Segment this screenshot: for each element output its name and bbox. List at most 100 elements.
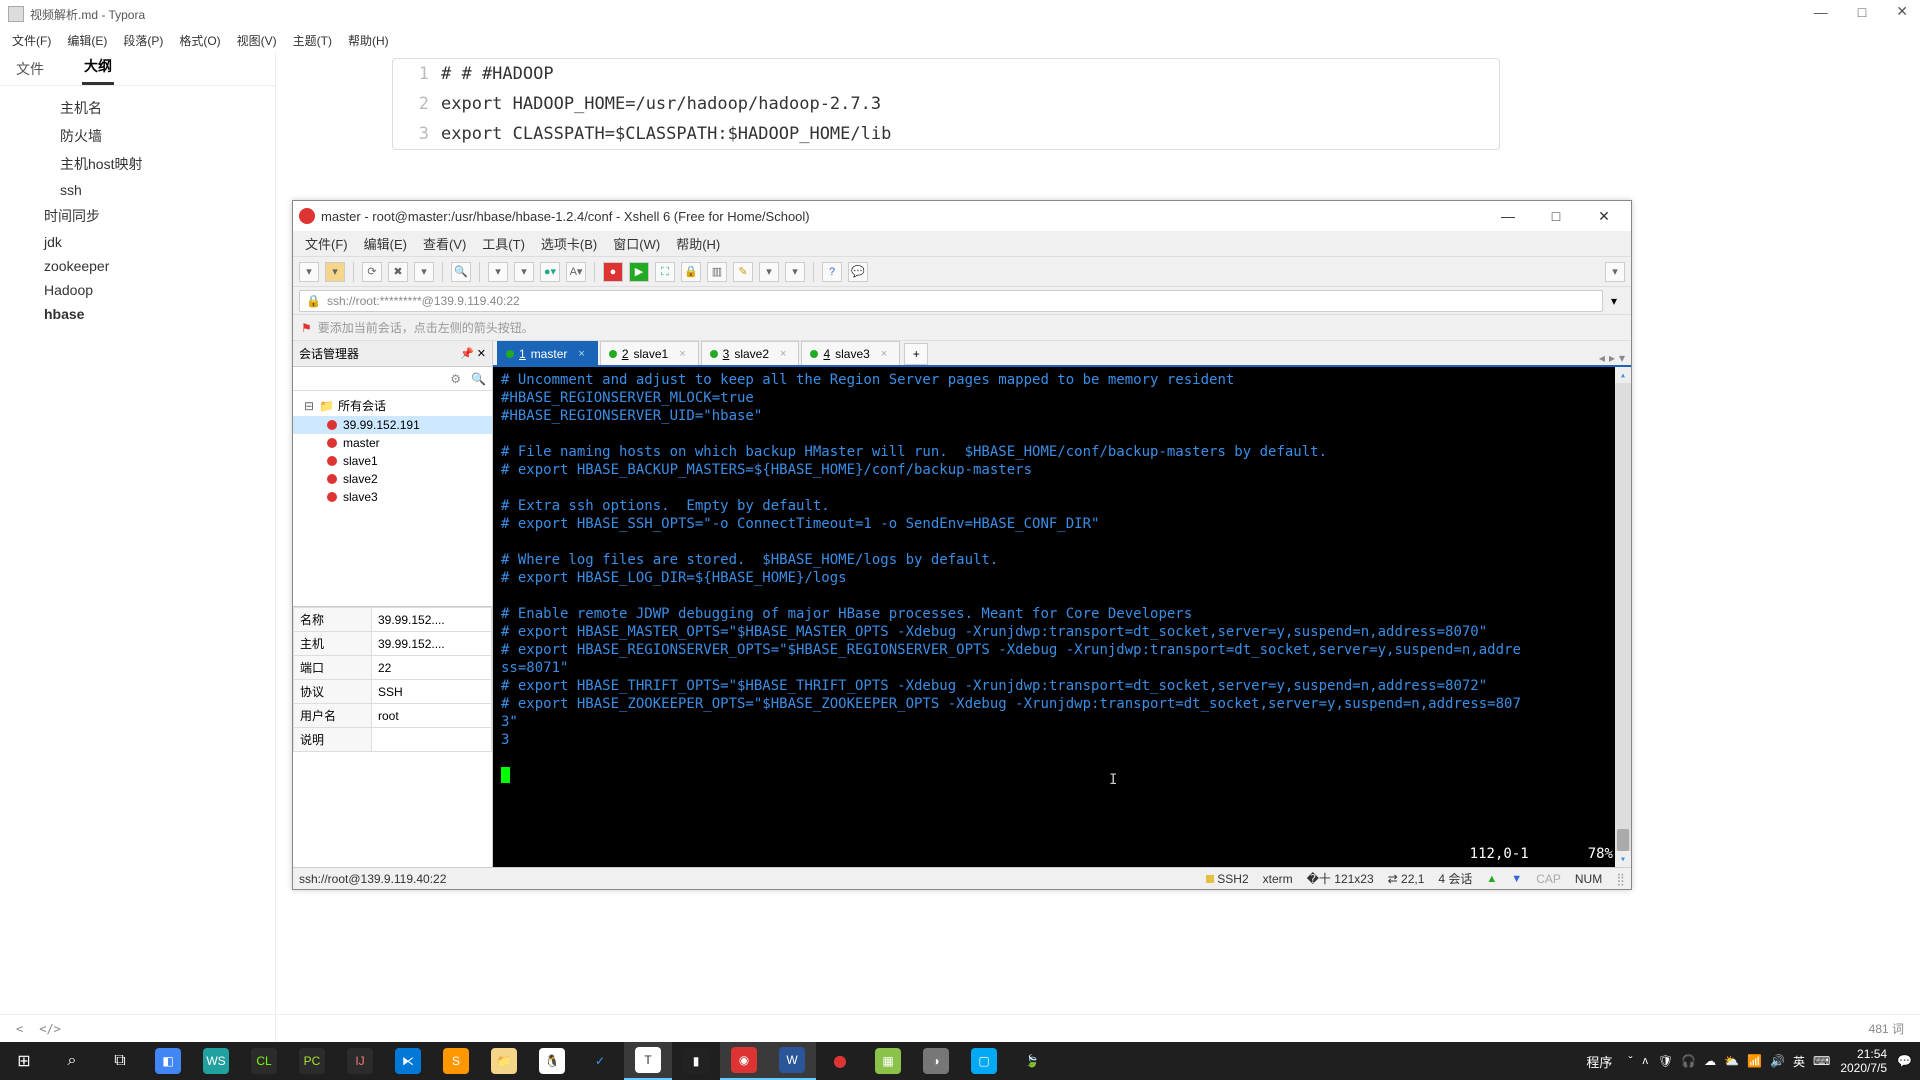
source-mode-icon[interactable]: </> xyxy=(39,1022,61,1036)
tray-up-icon[interactable]: ʌ xyxy=(1642,1055,1648,1067)
taskbar-clock[interactable]: 21:54 2020/7/5 xyxy=(1840,1047,1887,1075)
tray-icon[interactable]: 🎧 xyxy=(1681,1054,1696,1068)
new-session-icon[interactable]: ▾ xyxy=(299,262,319,282)
tray-icon[interactable]: 🛡 xyxy=(1658,1054,1673,1068)
tree-root[interactable]: ⊟📁所有会话 xyxy=(293,395,492,416)
terminal-scrollbar[interactable]: ▴▾ xyxy=(1615,367,1631,867)
comment-icon[interactable]: 💬 xyxy=(848,262,868,282)
tree-node[interactable]: slave3 xyxy=(293,488,492,506)
close-icon[interactable]: ✕ xyxy=(1896,3,1908,20)
scroll-up-icon[interactable]: ▴ xyxy=(1615,367,1631,383)
outline-item[interactable]: Hadoop xyxy=(0,278,275,302)
app-chrome[interactable]: ◧ xyxy=(144,1042,192,1080)
menu-edit[interactable]: 编辑(E) xyxy=(61,30,113,51)
layout-icon[interactable]: ▾ xyxy=(785,262,805,282)
xs-menu-window[interactable]: 窗口(W) xyxy=(607,232,666,255)
sidebar-tab-file[interactable]: 文件 xyxy=(14,53,46,85)
xs-menu-help[interactable]: 帮助(H) xyxy=(670,232,726,255)
folder-tool-icon[interactable]: ▾ xyxy=(759,262,779,282)
sidebar-tab-outline[interactable]: 大纲 xyxy=(82,50,114,85)
lock-icon[interactable]: 🔒 xyxy=(681,262,701,282)
start-button[interactable]: ⊞ xyxy=(0,1042,48,1080)
app-sublime[interactable]: S xyxy=(432,1042,480,1080)
status-grip-icon[interactable]: ⣿ xyxy=(1616,872,1625,886)
search-icon[interactable]: 🔍 xyxy=(451,262,471,282)
outline-item[interactable]: ssh xyxy=(0,178,275,202)
scroll-thumb[interactable] xyxy=(1617,829,1629,851)
tray-overflow-icon[interactable]: ˇ xyxy=(1628,1054,1632,1068)
app-intellij[interactable]: IJ xyxy=(336,1042,384,1080)
tray-ime[interactable]: 英 xyxy=(1793,1053,1805,1070)
tray-cloud-icon[interactable]: ⛅ xyxy=(1724,1054,1739,1068)
xs-menu-tab[interactable]: 选项卡(B) xyxy=(535,232,603,255)
play-icon[interactable]: ▶ xyxy=(629,262,649,282)
record-icon[interactable]: ● xyxy=(603,262,623,282)
app-webstorm[interactable]: WS xyxy=(192,1042,240,1080)
outline-item[interactable]: 主机名 xyxy=(0,94,275,122)
tab-next-icon[interactable]: ▸ xyxy=(1609,351,1615,365)
outline-item[interactable]: 时间同步 xyxy=(0,202,275,230)
app-pycharm[interactable]: PC xyxy=(288,1042,336,1080)
app-mongo[interactable]: 🍃 xyxy=(1008,1042,1056,1080)
nav-back-icon[interactable]: < xyxy=(16,1022,23,1036)
outline-item[interactable]: zookeeper xyxy=(0,254,275,278)
app-record[interactable]: ⬤ xyxy=(816,1042,864,1080)
app-terminal[interactable]: ▮ xyxy=(672,1042,720,1080)
address-dropdown-icon[interactable]: ▾ xyxy=(1603,294,1625,308)
tab-close-icon[interactable]: × xyxy=(881,348,887,360)
add-tab-button[interactable]: + xyxy=(904,343,928,365)
xs-menu-file[interactable]: 文件(F) xyxy=(299,232,354,255)
tray-icon[interactable]: ☁ xyxy=(1704,1054,1716,1068)
app-explorer[interactable]: 📁 xyxy=(480,1042,528,1080)
app-word[interactable]: W xyxy=(768,1042,816,1080)
terminal[interactable]: # Uncomment and adjust to keep all the R… xyxy=(493,367,1631,867)
tray-ime2[interactable]: ⌨ xyxy=(1813,1054,1830,1068)
maximize-icon[interactable]: □ xyxy=(1539,208,1573,225)
minimize-icon[interactable]: — xyxy=(1814,4,1828,20)
tab-list-icon[interactable]: ▾ xyxy=(1619,351,1625,365)
menu-help[interactable]: 帮助(H) xyxy=(342,30,395,51)
task-view-button[interactable]: ⧉ xyxy=(96,1042,144,1080)
app-vscode[interactable]: ⧔ xyxy=(384,1042,432,1080)
search-button[interactable]: ⌕ xyxy=(48,1042,96,1080)
taskbar-program-label[interactable]: 程序 xyxy=(1580,1052,1618,1071)
highlight-icon[interactable]: ✎ xyxy=(733,262,753,282)
terminal-tab-master[interactable]: 1 master× xyxy=(497,341,598,365)
tree-node[interactable]: 39.99.152.191 xyxy=(293,416,492,434)
xs-menu-tools[interactable]: 工具(T) xyxy=(476,232,531,255)
outline-item[interactable]: 主机host映射 xyxy=(0,150,275,178)
chart-icon[interactable]: ▥ xyxy=(707,262,727,282)
tab-close-icon[interactable]: × xyxy=(679,348,685,360)
close-icon[interactable]: ✕ xyxy=(1587,208,1621,225)
fullscreen-icon[interactable]: ⛶ xyxy=(655,262,675,282)
minimize-icon[interactable]: — xyxy=(1491,208,1525,225)
app-typora[interactable]: T xyxy=(624,1042,672,1080)
tab-prev-icon[interactable]: ◂ xyxy=(1599,351,1605,365)
tab-close-icon[interactable]: × xyxy=(578,348,584,360)
properties-icon[interactable]: ▾ xyxy=(414,262,434,282)
terminal-tab-slave3[interactable]: 4 slave3× xyxy=(801,341,900,365)
address-input[interactable]: 🔒 ssh://root:*********@139.9.119.40:22 xyxy=(299,290,1603,312)
menu-file[interactable]: 文件(F) xyxy=(6,30,57,51)
menu-paragraph[interactable]: 段落(P) xyxy=(117,30,169,51)
reconnect-icon[interactable]: ⟳ xyxy=(362,262,382,282)
code-block[interactable]: 1# # #HADOOP 2export HADOOP_HOME=/usr/ha… xyxy=(392,58,1500,150)
terminal-tab-slave1[interactable]: 2 slave1× xyxy=(600,341,699,365)
disconnect-icon[interactable]: ✖ xyxy=(388,262,408,282)
app-misc1[interactable]: ▦ xyxy=(864,1042,912,1080)
tray-volume-icon[interactable]: 🔊 xyxy=(1770,1054,1785,1068)
scroll-down-icon[interactable]: ▾ xyxy=(1615,851,1631,867)
help-icon[interactable]: ? xyxy=(822,262,842,282)
paste-icon[interactable]: ▾ xyxy=(514,262,534,282)
app-qq[interactable]: 🐧 xyxy=(528,1042,576,1080)
search-small-icon[interactable]: 🔍 xyxy=(471,372,486,386)
tab-close-icon[interactable]: × xyxy=(780,348,786,360)
app-todo[interactable]: ✓ xyxy=(576,1042,624,1080)
menu-view[interactable]: 视图(V) xyxy=(231,30,283,51)
menu-theme[interactable]: 主题(T) xyxy=(287,30,338,51)
outline-item[interactable]: 防火墙 xyxy=(0,122,275,150)
xs-menu-edit[interactable]: 编辑(E) xyxy=(358,232,413,255)
app-xshell[interactable]: ◉ xyxy=(720,1042,768,1080)
tree-node[interactable]: slave2 xyxy=(293,470,492,488)
tree-node[interactable]: slave1 xyxy=(293,452,492,470)
